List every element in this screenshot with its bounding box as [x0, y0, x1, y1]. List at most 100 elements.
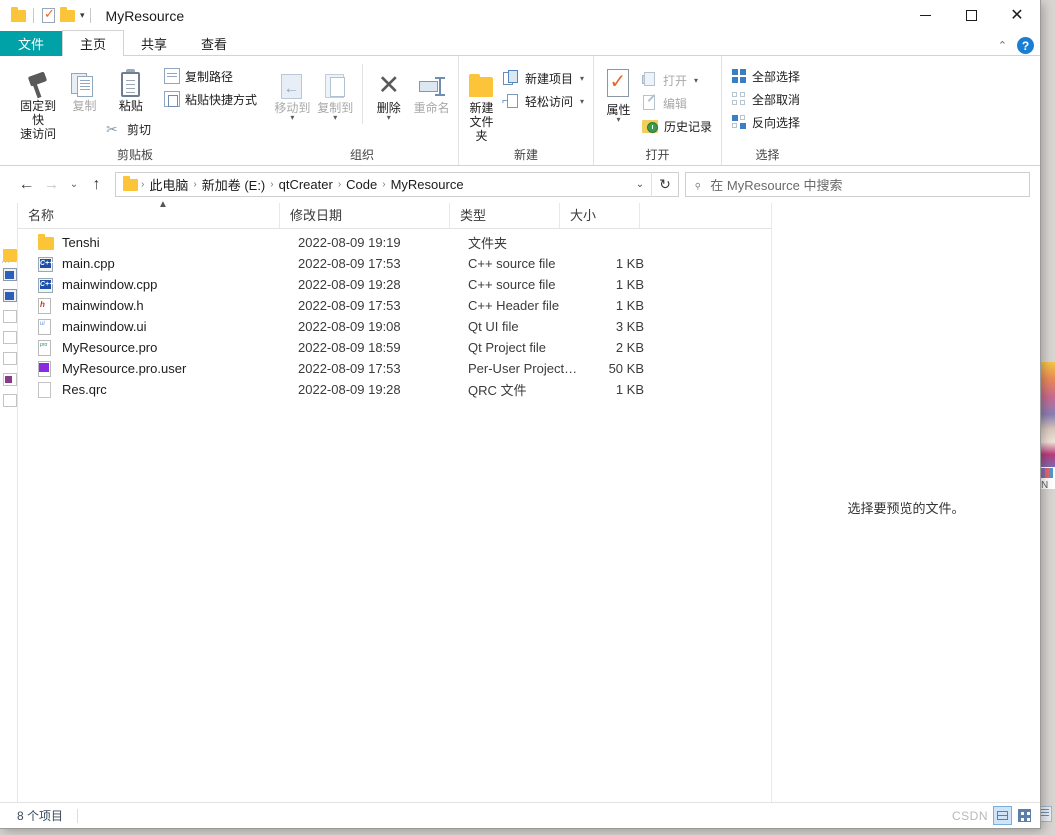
- minimize-button[interactable]: [902, 0, 948, 31]
- select-none-button[interactable]: 全部取消: [728, 89, 803, 109]
- copy-to-icon: [321, 73, 349, 101]
- cell-date: 2022-08-09 17:53: [298, 256, 401, 271]
- large-icons-view-button[interactable]: [1015, 806, 1034, 825]
- copy-to-button[interactable]: 复制到 ▾: [315, 62, 356, 122]
- address-bar[interactable]: › 此电脑 › 新加卷 (E:) › qtCreater › Code › My…: [115, 172, 679, 197]
- content-area: ⋯ 名称 ▲ 修改日期 类型 大小 Tenshi 2022-08-09 19:1…: [0, 198, 1040, 802]
- table-row[interactable]: h mainwindow.h 2022-08-09 17:53 C++ Head…: [18, 295, 771, 316]
- column-header-size[interactable]: 大小: [560, 202, 640, 229]
- invert-selection-icon: [731, 114, 747, 130]
- back-arrow-icon[interactable]: ←: [14, 172, 39, 197]
- paste-shortcut-icon: [163, 91, 180, 107]
- tab-file[interactable]: 文件: [0, 31, 63, 56]
- chevron-down-icon[interactable]: ▾: [694, 76, 698, 85]
- window-title: MyResource: [105, 7, 185, 24]
- per-user-project-icon: [38, 360, 55, 377]
- column-header-type[interactable]: 类型: [450, 202, 560, 229]
- table-row[interactable]: pro MyResource.pro 2022-08-09 18:59 Qt P…: [18, 337, 771, 358]
- cut-button[interactable]: ✂ 剪切: [103, 119, 154, 139]
- recent-locations-icon[interactable]: ⌄: [64, 172, 84, 197]
- ribbon-group-organize: ← 移动到 ▾ 复制到 ▾ ✕ 删除 ▾ 重命名 组织: [266, 56, 458, 165]
- easy-access-button[interactable]: ⌐ 轻松访问 ▾: [500, 91, 587, 111]
- details-view-button[interactable]: [993, 806, 1012, 825]
- nav-item-icon[interactable]: [3, 268, 17, 281]
- maximize-button[interactable]: [948, 0, 994, 31]
- open-button[interactable]: 打开 ▾: [639, 70, 715, 90]
- rename-button[interactable]: 重命名: [411, 62, 452, 115]
- column-header-name[interactable]: 名称 ▲: [18, 198, 280, 229]
- delete-button[interactable]: ✕ 删除 ▾: [368, 62, 409, 122]
- properties-icon[interactable]: [39, 5, 58, 26]
- desktop-app-icon[interactable]: [1041, 468, 1053, 478]
- cell-name: MyResource.pro.user: [18, 360, 298, 377]
- qrc-file-icon: [38, 381, 55, 398]
- navigation-pane[interactable]: ⋯: [0, 203, 18, 802]
- chevron-down-icon[interactable]: ▾: [333, 114, 337, 122]
- button-label: 反向选择: [752, 115, 801, 130]
- invert-selection-button[interactable]: 反向选择: [728, 112, 803, 132]
- file-name: MyResource.pro: [62, 340, 158, 355]
- button-label-line1: 固定到快: [20, 99, 57, 127]
- breadcrumb-item-myresource[interactable]: MyResource: [386, 177, 469, 192]
- cell-date: 2022-08-09 17:53: [298, 361, 401, 376]
- nav-item-icon[interactable]: [3, 310, 17, 323]
- chevron-down-icon[interactable]: ▾: [290, 114, 294, 122]
- breadcrumb-item-volume[interactable]: 新加卷 (E:): [197, 175, 271, 194]
- breadcrumb-item-qtcreater[interactable]: qtCreater: [274, 177, 338, 192]
- select-all-button[interactable]: 全部选择: [728, 66, 803, 86]
- chevron-down-icon[interactable]: ▾: [616, 116, 620, 124]
- nav-item-icon[interactable]: [3, 289, 17, 302]
- preview-placeholder-text: 选择要预览的文件。: [847, 501, 965, 516]
- paste-shortcut-button[interactable]: 粘贴快捷方式: [161, 89, 260, 109]
- nav-item-icon[interactable]: [3, 394, 17, 407]
- breadcrumb-item-this-pc[interactable]: 此电脑: [144, 175, 193, 194]
- history-button[interactable]: 历史记录: [639, 116, 715, 136]
- paste-icon: [118, 69, 144, 99]
- cell-date: 2022-08-09 19:19: [298, 235, 401, 250]
- properties-button[interactable]: ✓ 属性 ▾: [600, 64, 637, 124]
- close-button[interactable]: ✕: [994, 0, 1040, 31]
- nav-item-icon[interactable]: [3, 352, 17, 365]
- table-row[interactable]: C++ main.cpp 2022-08-09 17:53 C++ source…: [18, 253, 771, 274]
- file-name: mainwindow.cpp: [62, 277, 158, 292]
- copy-button[interactable]: 复制: [62, 60, 106, 113]
- up-arrow-icon[interactable]: ↑: [84, 172, 109, 197]
- column-header-label: 名称: [28, 207, 55, 223]
- chevron-down-icon[interactable]: ⌄: [629, 179, 651, 190]
- new-item-button[interactable]: 新建项目 ▾: [500, 68, 587, 88]
- chevron-down-icon[interactable]: ▾: [387, 114, 391, 122]
- chevron-down-icon[interactable]: ▾: [580, 97, 584, 106]
- search-box[interactable]: ⌕ 在 MyResource 中搜索: [685, 172, 1030, 197]
- chevron-up-icon[interactable]: ⌃: [998, 39, 1007, 52]
- table-row[interactable]: Res.qrc 2022-08-09 19:28 QRC 文件 1 KB: [18, 379, 771, 400]
- copy-path-button[interactable]: 复制路径: [161, 66, 260, 86]
- button-label: 全部选择: [752, 69, 801, 84]
- nav-item-icon[interactable]: [3, 373, 17, 386]
- new-folder-button[interactable]: 新建 文件夹: [465, 62, 498, 143]
- tab-home[interactable]: 主页: [62, 30, 125, 56]
- new-folder-icon[interactable]: [58, 5, 77, 26]
- nav-item-icon[interactable]: [3, 331, 17, 344]
- table-row[interactable]: C++ mainwindow.cpp 2022-08-09 19:28 C++ …: [18, 274, 771, 295]
- copy-path-icon: [163, 68, 180, 84]
- paste-button[interactable]: 粘贴: [109, 60, 153, 113]
- tab-view[interactable]: 查看: [184, 31, 245, 56]
- forward-arrow-icon[interactable]: →: [39, 172, 64, 197]
- sort-ascending-icon: ▲: [158, 198, 168, 210]
- edit-button[interactable]: 编辑: [639, 93, 715, 113]
- table-row[interactable]: MyResource.pro.user 2022-08-09 17:53 Per…: [18, 358, 771, 379]
- table-row[interactable]: ui mainwindow.ui 2022-08-09 19:08 Qt UI …: [18, 316, 771, 337]
- refresh-button[interactable]: ↻: [651, 172, 678, 197]
- taskbar-thumbnail[interactable]: [1038, 806, 1052, 822]
- pin-to-quick-access-button[interactable]: 固定到快 速访问: [16, 60, 60, 141]
- tab-share[interactable]: 共享: [124, 31, 185, 56]
- breadcrumb-item-code[interactable]: Code: [341, 177, 382, 192]
- column-header-date[interactable]: 修改日期: [280, 202, 450, 229]
- chevron-down-icon[interactable]: ▾: [580, 74, 584, 83]
- table-row[interactable]: Tenshi 2022-08-09 19:19 文件夹: [18, 232, 771, 253]
- move-to-button[interactable]: ← 移动到 ▾: [272, 62, 313, 122]
- chevron-down-icon[interactable]: ▾: [80, 10, 85, 21]
- help-button[interactable]: ?: [1017, 37, 1034, 54]
- nav-item-icon[interactable]: [3, 249, 17, 262]
- select-none-icon: [731, 91, 747, 107]
